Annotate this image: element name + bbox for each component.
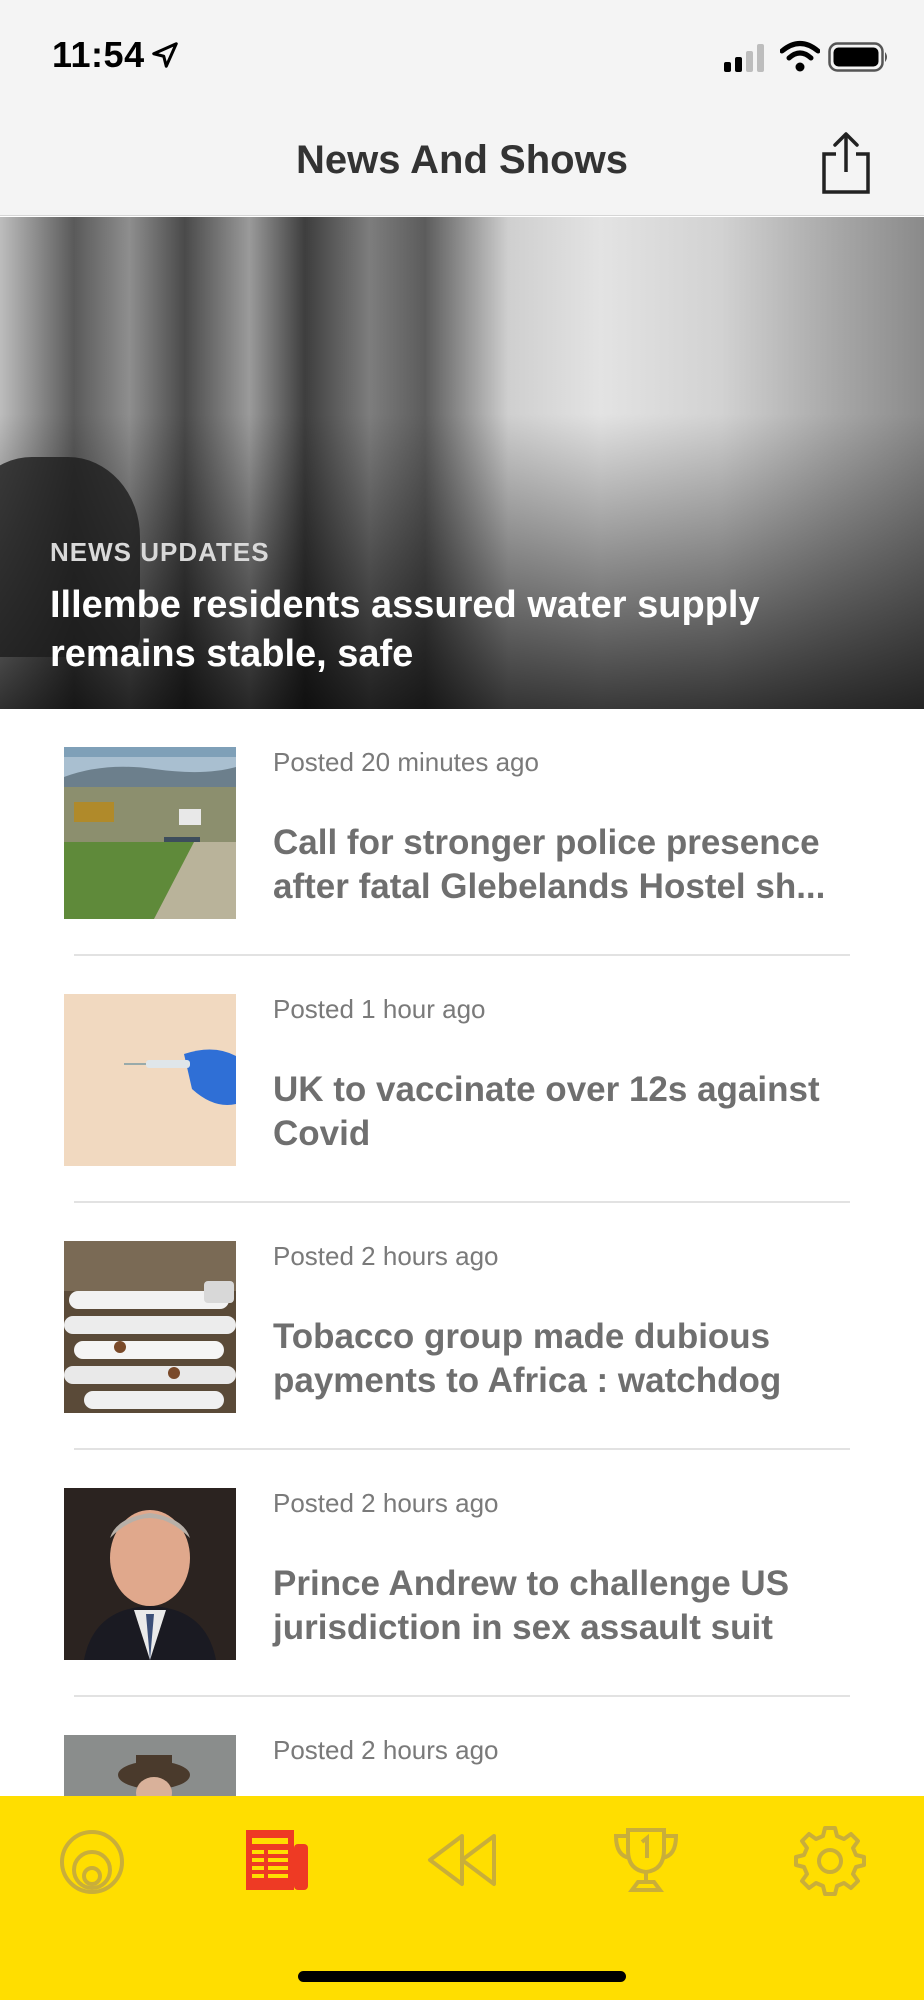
article-posted-time: Posted 1 hour ago	[273, 994, 486, 1024]
battery-icon	[828, 42, 887, 72]
article-title: Tobacco group made dubious payments to A…	[273, 1317, 782, 1400]
article-title: Prince Andrew to challenge US jurisdicti…	[273, 1564, 790, 1647]
home-indicator	[298, 1971, 626, 1982]
article-thumbnail	[64, 747, 236, 919]
radio-icon[interactable]	[54, 1822, 130, 1898]
article-posted-time: Posted 2 hours ago	[273, 1241, 499, 1271]
news-item[interactable]: Posted 20 minutes ago Call for stronger …	[0, 709, 924, 956]
status-bar: 11:54	[0, 0, 924, 110]
share-icon[interactable]	[818, 130, 874, 196]
news-item[interactable]: Posted 2 hours ago Prince Andrew to chal…	[0, 1450, 924, 1697]
location-arrow-icon	[152, 42, 178, 68]
article-thumbnail	[64, 1241, 236, 1413]
article-thumbnail	[64, 1488, 236, 1660]
wifi-icon	[780, 41, 820, 72]
hero-story[interactable]: NEWS UPDATES Illembe residents assured w…	[0, 217, 924, 709]
article-thumbnail	[64, 994, 236, 1166]
trophy-icon[interactable]	[608, 1822, 684, 1898]
article-posted-time: Posted 20 minutes ago	[273, 747, 539, 777]
newspaper-icon[interactable]	[238, 1822, 314, 1898]
rewind-icon[interactable]	[424, 1822, 500, 1898]
news-item[interactable]: Posted 2 hours ago Tobacco group made du…	[0, 1203, 924, 1450]
gear-icon[interactable]	[792, 1822, 868, 1898]
status-time: 11:54	[52, 34, 145, 75]
hero-category: NEWS UPDATES	[50, 537, 270, 567]
article-title: Call for stronger police presence after …	[273, 823, 826, 906]
news-item[interactable]: Posted 1 hour ago UK to vaccinate over 1…	[0, 956, 924, 1203]
article-posted-time: Posted 2 hours ago	[273, 1735, 499, 1765]
hero-title: Illembe residents assured water supply r…	[50, 584, 760, 675]
tab-bar	[0, 1796, 924, 2000]
nav-header: News And Shows	[0, 110, 924, 216]
article-title: UK to vaccinate over 12s against Covid	[273, 1070, 820, 1153]
article-posted-time: Posted 2 hours ago	[273, 1488, 499, 1518]
page-title: News And Shows	[296, 138, 628, 182]
cellular-signal-icon	[724, 44, 764, 72]
